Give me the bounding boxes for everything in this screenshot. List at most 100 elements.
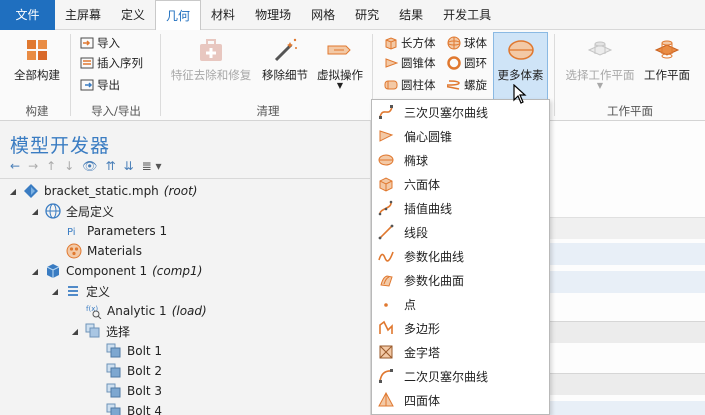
tree-node-global-definitions[interactable]: ◢ 全局定义 — [30, 201, 114, 221]
virtual-operations-button[interactable]: 虚拟操作 ▼ — [312, 36, 368, 90]
cylinder-button[interactable]: 圆柱体 — [384, 76, 436, 94]
menu-item-interpolation-curve[interactable]: 插值曲线 — [372, 196, 549, 220]
mouse-cursor-icon — [513, 83, 527, 107]
arrow-right-icon[interactable]: → — [28, 159, 38, 173]
collapse-all-icon[interactable]: ⇈ — [105, 159, 115, 173]
list-menu-icon[interactable]: ≣ ▾ — [142, 159, 162, 173]
menu-mesh[interactable]: 网格 — [301, 0, 345, 30]
work-plane-label: 工作平面 — [644, 68, 690, 82]
first-aid-kit-icon — [197, 36, 225, 64]
definitions-icon — [65, 283, 81, 299]
export-button[interactable]: 导出 — [80, 76, 120, 94]
pyramid-icon — [378, 344, 394, 360]
menu-item-point[interactable]: 点 — [372, 292, 549, 316]
tree-node-label: 全局定义 — [66, 204, 115, 219]
show-icon[interactable]: 👁 — [82, 159, 97, 173]
expand-all-icon[interactable]: ⇊ — [124, 159, 134, 173]
menu-item-pyramid[interactable]: 金字塔 — [372, 340, 549, 364]
sphere-button[interactable]: 球体 — [447, 34, 487, 52]
expand-toggle-icon[interactable]: ◢ — [30, 267, 40, 276]
tree-node-materials[interactable]: Materials — [66, 241, 142, 261]
tree-node-parameters[interactable]: Pi Parameters 1 — [66, 221, 167, 241]
svg-text:Pi: Pi — [67, 227, 76, 238]
eccentric-cone-icon — [378, 128, 394, 144]
remove-fillets-button[interactable]: 移除细节 — [258, 36, 312, 82]
menu-item-eccentric-cone[interactable]: 偏心圆锥 — [372, 124, 549, 148]
menu-item-quadratic-bezier[interactable]: 二次贝塞尔曲线 — [372, 364, 549, 388]
build-all-button[interactable]: 全部构建 — [8, 36, 66, 82]
build-all-label: 全部构建 — [14, 68, 60, 82]
ribbon: 全部构建 构建 导入 插入序列 导出 导入/导出 特征去除和修复 移除细节 虚拟… — [0, 30, 705, 121]
expand-toggle-icon[interactable]: ◢ — [30, 207, 40, 216]
menu-file[interactable]: 文件 — [0, 0, 55, 30]
select-work-plane-button[interactable]: 选择工作平面 ▼ — [560, 36, 640, 90]
menu-item-parametric-surface[interactable]: 参数化曲面 — [372, 268, 549, 292]
insert-sequence-icon — [80, 56, 94, 70]
helix-label: 螺旋 — [464, 78, 487, 92]
remove-details-label: 特征去除和修复 — [170, 68, 252, 82]
menu-results[interactable]: 结果 — [389, 0, 433, 30]
torus-button[interactable]: 圆环 — [447, 54, 487, 72]
tree-node-bolt[interactable]: Bolt 4 — [106, 401, 162, 415]
tree-node-bolt[interactable]: Bolt 2 — [106, 361, 162, 381]
menu-item-ellipsoid[interactable]: 椭球 — [372, 148, 549, 172]
tree-node-analytic[interactable]: f(x) Analytic 1 (load) — [86, 301, 207, 321]
menu-item-tetrahedron[interactable]: 四面体 — [372, 388, 549, 412]
tree-node-component[interactable]: ◢ Component 1 (comp1) — [30, 261, 202, 281]
menu-item-label: 多边形 — [404, 321, 441, 336]
tree-node-definitions[interactable]: ◢ 定义 — [50, 281, 110, 301]
tree-node-bolt[interactable]: Bolt 3 — [106, 381, 162, 401]
selection-item-icon — [106, 343, 122, 359]
tree-node-selections[interactable]: ◢ 选择 — [70, 321, 130, 341]
function-icon: f(x) — [86, 303, 102, 320]
menu-physics[interactable]: 物理场 — [245, 0, 301, 30]
menu-geometry[interactable]: 几何 — [155, 0, 202, 31]
panel-divider — [0, 178, 370, 179]
more-primitives-button[interactable]: 更多体素 — [493, 36, 548, 82]
menu-item-label: 线段 — [404, 225, 429, 240]
more-primitives-menu: 三次贝塞尔曲线 偏心圆锥 椭球 六面体 插值曲线 线段 参数化曲线 参数化曲面 … — [371, 99, 550, 415]
arrow-up-icon[interactable]: ↑ — [46, 159, 56, 173]
block-button[interactable]: 长方体 — [384, 34, 436, 52]
torus-icon — [447, 56, 461, 70]
tree-node-bolt[interactable]: Bolt 1 — [106, 341, 162, 361]
build-all-icon — [23, 36, 51, 64]
tree-node-label: bracket_static.mph — [44, 184, 159, 198]
tree-node-label: Bolt 3 — [127, 384, 163, 398]
menubar: 文件 主屏幕 定义 几何 材料 物理场 网格 研究 结果 开发工具 — [0, 0, 705, 31]
expand-toggle-icon[interactable]: ◢ — [50, 287, 60, 296]
selection-item-icon — [106, 383, 122, 399]
arrow-left-icon[interactable]: ← — [10, 159, 20, 173]
model-root-icon — [23, 183, 39, 199]
remove-details-button[interactable]: 特征去除和修复 — [166, 36, 256, 82]
hexahedron-icon — [378, 176, 394, 192]
expand-toggle-icon[interactable]: ◢ — [8, 187, 18, 196]
import-icon — [80, 36, 94, 50]
import-button[interactable]: 导入 — [80, 34, 120, 52]
tree-node-root[interactable]: ◢ bracket_static.mph (root) — [8, 181, 197, 201]
point-icon — [378, 296, 394, 312]
menu-item-hexahedron[interactable]: 六面体 — [372, 172, 549, 196]
cone-button[interactable]: 圆锥体 — [384, 54, 436, 72]
menu-item-label: 点 — [404, 297, 417, 312]
menu-study[interactable]: 研究 — [345, 0, 389, 30]
menu-home[interactable]: 主屏幕 — [55, 0, 111, 30]
helix-button[interactable]: 螺旋 — [443, 76, 487, 94]
menu-definitions[interactable]: 定义 — [111, 0, 155, 30]
group-cleanup-label: 清理 — [256, 104, 280, 118]
tetrahedron-icon — [378, 391, 394, 408]
menu-developer[interactable]: 开发工具 — [433, 0, 501, 30]
menu-item-polygon[interactable]: 多边形 — [372, 316, 549, 340]
model-builder-toolbar: ← → ↑ ↓ 👁 ⇈ ⇊ ≣ ▾ — [10, 158, 162, 174]
remove-fillets-label: 移除细节 — [262, 68, 308, 82]
arrow-down-icon[interactable]: ↓ — [64, 159, 74, 173]
insert-sequence-button[interactable]: 插入序列 — [80, 54, 143, 72]
menu-item-parametric-curve[interactable]: 参数化曲线 — [372, 244, 549, 268]
work-plane-button[interactable]: 工作平面 — [640, 36, 694, 82]
selection-item-icon — [106, 403, 122, 415]
menu-materials[interactable]: 材料 — [201, 0, 245, 30]
expand-toggle-icon[interactable]: ◢ — [70, 327, 80, 336]
work-plane-icon — [653, 36, 681, 64]
menu-item-line-segment[interactable]: 线段 — [372, 220, 549, 244]
group-import-export-label: 导入/导出 — [91, 104, 141, 118]
